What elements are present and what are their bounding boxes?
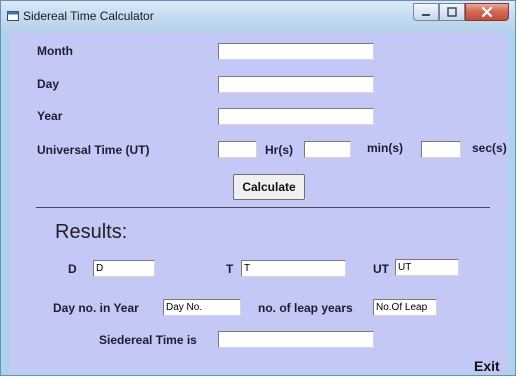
minutes-input[interactable] bbox=[304, 141, 351, 158]
leap-years-output[interactable] bbox=[373, 299, 437, 316]
hours-input[interactable] bbox=[218, 141, 257, 158]
seconds-label: sec(s) bbox=[472, 141, 507, 155]
day-input[interactable] bbox=[218, 76, 374, 93]
form-body: Month Day Year Universal Time (UT) Hr(s)… bbox=[9, 33, 509, 374]
maximize-button[interactable] bbox=[439, 3, 465, 21]
day-label: Day bbox=[37, 77, 60, 91]
calculate-button[interactable]: Calculate bbox=[233, 174, 305, 200]
leap-years-label: no. of leap years bbox=[258, 301, 353, 315]
year-label: Year bbox=[37, 109, 63, 123]
title-bar[interactable]: Sidereal Time Calculator bbox=[1, 1, 515, 33]
month-label: Month bbox=[37, 44, 73, 58]
window-controls bbox=[413, 3, 509, 23]
universal-time-label: Universal Time (UT) bbox=[37, 143, 150, 157]
exit-button[interactable]: Exit bbox=[474, 358, 500, 374]
t-output[interactable] bbox=[241, 260, 346, 277]
app-icon bbox=[7, 11, 19, 21]
close-button[interactable] bbox=[465, 3, 509, 21]
results-heading: Results: bbox=[55, 221, 128, 243]
sidereal-time-label: Siedereal Time is bbox=[99, 333, 197, 347]
d-label: D bbox=[68, 262, 77, 276]
t-label: T bbox=[226, 262, 234, 276]
maximize-icon bbox=[447, 7, 457, 17]
ut-result-label: UT bbox=[373, 262, 389, 276]
minutes-label: min(s) bbox=[367, 141, 403, 155]
window-title: Sidereal Time Calculator bbox=[23, 9, 154, 23]
ut-output[interactable] bbox=[395, 259, 459, 276]
month-input[interactable] bbox=[218, 43, 374, 60]
day-number-output[interactable] bbox=[163, 299, 241, 316]
day-number-label: Day no. in Year bbox=[53, 301, 139, 315]
year-input[interactable] bbox=[218, 108, 374, 125]
divider bbox=[36, 207, 490, 208]
minimize-icon bbox=[422, 14, 430, 16]
d-output[interactable] bbox=[93, 260, 155, 277]
app-window: Sidereal Time Calculator Month Day Year … bbox=[0, 0, 516, 376]
hours-label: Hr(s) bbox=[265, 143, 294, 157]
sidereal-time-output[interactable] bbox=[218, 331, 374, 348]
seconds-input[interactable] bbox=[421, 141, 461, 158]
minimize-button[interactable] bbox=[413, 3, 439, 21]
close-icon bbox=[481, 6, 493, 18]
